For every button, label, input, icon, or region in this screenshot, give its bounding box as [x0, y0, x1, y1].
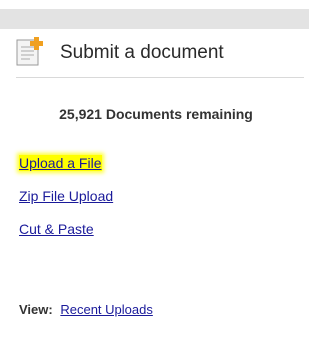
- view-row: View: Recent Uploads: [19, 302, 153, 317]
- documents-remaining: 25,921 Documents remaining: [59, 106, 253, 122]
- view-label: View:: [19, 302, 53, 317]
- cut-and-paste-link[interactable]: Cut & Paste: [19, 221, 94, 237]
- top-bar: [0, 9, 309, 29]
- upload-file-link[interactable]: Upload a File: [19, 155, 102, 171]
- panel-header: Submit a document: [16, 35, 304, 78]
- zip-file-upload-link[interactable]: Zip File Upload: [19, 188, 113, 204]
- document-add-icon: [16, 36, 46, 66]
- page-title: Submit a document: [60, 42, 224, 63]
- recent-uploads-link[interactable]: Recent Uploads: [60, 302, 153, 317]
